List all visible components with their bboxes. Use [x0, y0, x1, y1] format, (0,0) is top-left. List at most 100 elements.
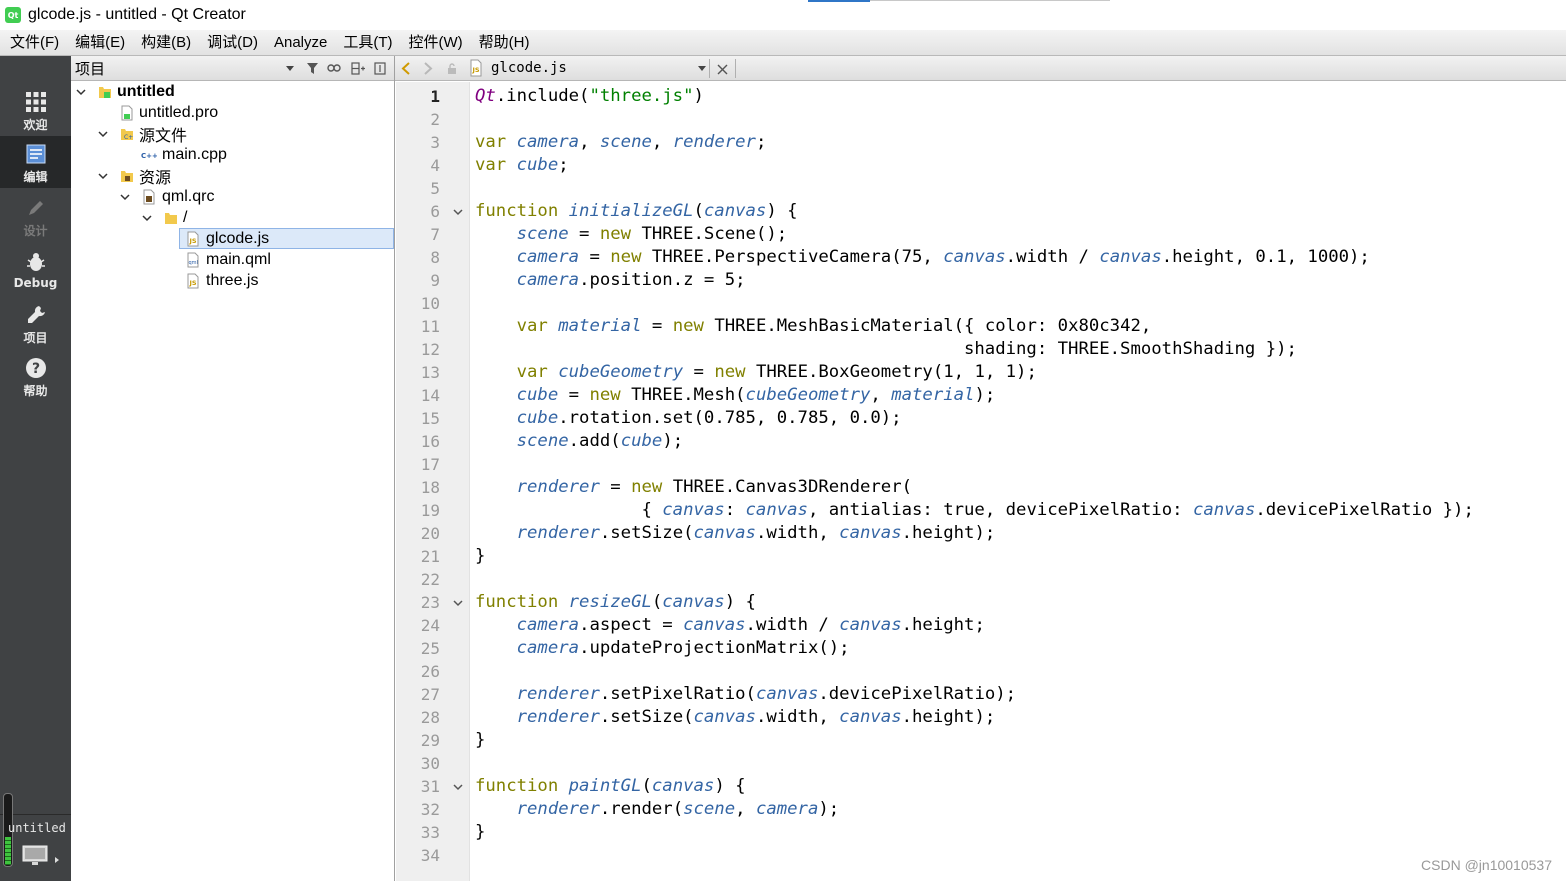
qml-file-icon: qml: [186, 252, 200, 268]
qt-creator-logo-icon: Qt: [5, 7, 21, 23]
code-line[interactable]: var material = new THREE.MeshBasicMateri…: [475, 315, 1152, 338]
line-number: 2: [430, 110, 440, 129]
tree-item-main-cpp[interactable]: C++ main.cpp: [71, 144, 394, 165]
code-editor[interactable]: Qt.include("three.js") var camera, scene,…: [475, 82, 1566, 881]
code-line[interactable]: renderer.render(scene, camera);: [475, 798, 840, 821]
tree-item-label: qml.qrc: [162, 187, 215, 205]
kit-project-name: untitled: [8, 821, 66, 835]
code-line[interactable]: camera.updateProjectionMatrix();: [475, 637, 850, 660]
document-combo-arrow-icon[interactable]: [698, 66, 706, 71]
code-line[interactable]: renderer.setPixelRatio(canvas.devicePixe…: [475, 683, 1016, 706]
chevron-down-icon[interactable]: [75, 86, 87, 98]
menu-build[interactable]: 构建(B): [133, 30, 199, 56]
mode-help[interactable]: ? 帮助: [0, 350, 71, 402]
tree-item-glcode-js[interactable]: JS glcode.js: [179, 228, 394, 249]
menu-help[interactable]: 帮助(H): [471, 30, 538, 56]
code-line[interactable]: Qt.include("three.js"): [475, 85, 704, 108]
fold-chevron-icon[interactable]: [452, 591, 464, 614]
menu-edit[interactable]: 编辑(E): [67, 30, 133, 56]
mode-debug[interactable]: Debug: [0, 244, 71, 296]
line-number: 32: [420, 800, 440, 819]
code-line[interactable]: renderer.setSize(canvas.width, canvas.he…: [475, 522, 996, 545]
close-document-icon[interactable]: [717, 62, 728, 79]
code-line[interactable]: camera.position.z = 5;: [475, 269, 746, 292]
js-file-icon: JS: [186, 231, 200, 247]
code-line[interactable]: var camera, scene, renderer;: [475, 131, 766, 154]
toolbar-separator: [735, 59, 736, 78]
menu-debug[interactable]: 调试(D): [199, 30, 266, 56]
svg-text:?: ?: [31, 361, 39, 377]
split-icon[interactable]: [351, 61, 365, 75]
pencil-icon: [24, 196, 48, 220]
lock-icon[interactable]: [446, 62, 458, 79]
code-line[interactable]: { canvas: canvas, antialias: true, devic…: [475, 499, 1473, 522]
code-line[interactable]: scene.add(cube);: [475, 430, 684, 453]
filter-icon[interactable]: [305, 61, 319, 75]
tree-item-root-folder[interactable]: /: [71, 207, 394, 228]
line-number: 34: [420, 846, 440, 865]
code-line[interactable]: }: [475, 821, 485, 844]
menu-tools[interactable]: 工具(T): [335, 30, 400, 56]
code-line[interactable]: cube.rotation.set(0.785, 0.785, 0.0);: [475, 407, 902, 430]
forward-arrow-icon[interactable]: [423, 62, 433, 79]
resources-folder-icon: [120, 168, 134, 184]
code-line[interactable]: function initializeGL(canvas) {: [475, 200, 798, 223]
line-number: 1: [430, 87, 440, 106]
tree-item-qml-qrc[interactable]: qml.qrc: [71, 186, 394, 207]
line-number: 19: [420, 501, 440, 520]
fold-chevron-icon[interactable]: [452, 775, 464, 798]
tree-item-untitled-pro[interactable]: untitled.pro: [71, 102, 394, 123]
tree-item-three-js[interactable]: JS three.js: [71, 270, 394, 291]
mode-welcome[interactable]: 欢迎: [0, 84, 71, 136]
code-line[interactable]: function resizeGL(canvas) {: [475, 591, 756, 614]
tree-item-untitled[interactable]: untitled: [71, 81, 394, 102]
tree-item-label: main.cpp: [162, 145, 227, 163]
mode-edit[interactable]: 编辑: [0, 136, 71, 188]
edit-document-icon: [24, 142, 48, 166]
line-number: 16: [420, 432, 440, 451]
tree-item-label: 源文件: [139, 127, 188, 145]
mode-design[interactable]: 设计: [0, 190, 71, 242]
code-line[interactable]: shading: THREE.SmoothShading });: [475, 338, 1297, 361]
code-line[interactable]: camera.aspect = canvas.width / canvas.he…: [475, 614, 985, 637]
kit-expand-arrow-icon[interactable]: [55, 857, 59, 863]
kit-selector[interactable]: untitled: [0, 793, 71, 881]
chevron-down-icon[interactable]: [97, 170, 109, 182]
code-line[interactable]: cube = new THREE.Mesh(cubeGeometry, mate…: [475, 384, 996, 407]
menu-file[interactable]: 文件(F): [2, 30, 67, 56]
code-line[interactable]: }: [475, 545, 485, 568]
code-line[interactable]: camera = new THREE.PerspectiveCamera(75,…: [475, 246, 1370, 269]
project-panel-title[interactable]: 项目: [75, 58, 105, 79]
tree-item-main-qml[interactable]: qml main.qml: [71, 249, 394, 270]
title-divider: [870, 0, 1110, 1]
help-icon: ?: [24, 356, 48, 380]
document-name[interactable]: glcode.js: [491, 60, 567, 76]
svg-text:C++: C++: [141, 152, 157, 160]
code-line[interactable]: renderer = new THREE.Canvas3DRenderer(: [475, 476, 912, 499]
code-line[interactable]: scene = new THREE.Scene();: [475, 223, 788, 246]
panel-combo-arrow-icon[interactable]: [286, 66, 294, 71]
menu-analyze[interactable]: Analyze: [266, 30, 335, 56]
link-icon[interactable]: [327, 61, 341, 75]
fold-chevron-icon[interactable]: [452, 200, 464, 223]
code-line[interactable]: var cubeGeometry = new THREE.BoxGeometry…: [475, 361, 1037, 384]
tree-item-resources[interactable]: 资源: [71, 165, 394, 187]
back-arrow-icon[interactable]: [401, 62, 411, 79]
code-line[interactable]: function paintGL(canvas) {: [475, 775, 746, 798]
chevron-down-icon[interactable]: [119, 191, 131, 203]
mode-projects-label: 项目: [23, 331, 48, 345]
chevron-down-icon[interactable]: [141, 212, 153, 224]
close-panel-icon[interactable]: [373, 61, 387, 75]
code-line[interactable]: renderer.setSize(canvas.width, canvas.he…: [475, 706, 996, 729]
chevron-down-icon[interactable]: [97, 128, 109, 140]
line-number: 3: [430, 133, 440, 152]
mode-projects[interactable]: 项目: [0, 297, 71, 349]
code-line[interactable]: }: [475, 729, 485, 752]
window-title: glcode.js - untitled - Qt Creator: [28, 6, 246, 23]
mode-design-label: 设计: [23, 224, 48, 238]
project-panel-toolbar: 项目: [71, 56, 394, 81]
code-line[interactable]: var cube;: [475, 154, 569, 177]
tree-item-sources[interactable]: C+ 源文件: [71, 123, 394, 145]
watermark: CSDN @jn10010537: [1421, 857, 1552, 873]
menu-widgets[interactable]: 控件(W): [401, 30, 471, 56]
